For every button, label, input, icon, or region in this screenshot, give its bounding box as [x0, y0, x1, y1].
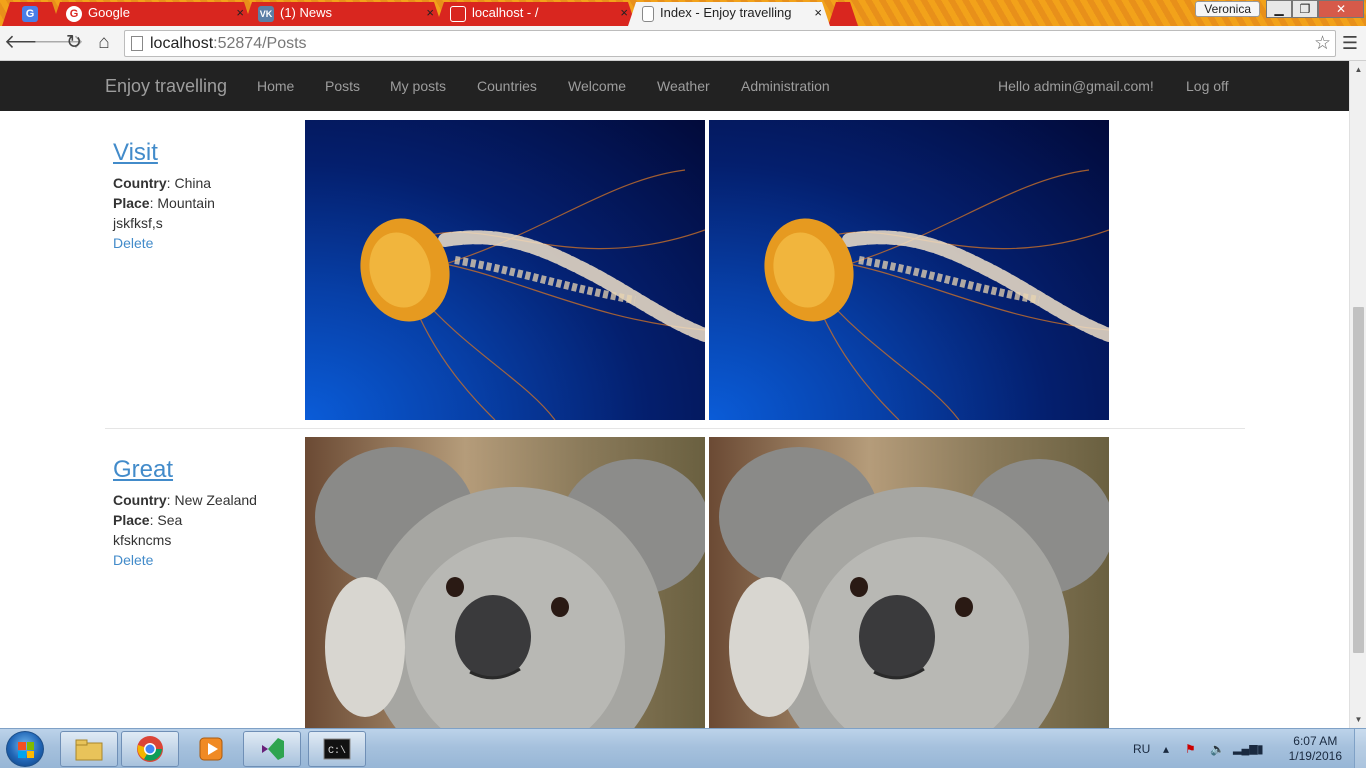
chrome-menu-icon[interactable]: ☰ — [1342, 31, 1358, 55]
country-value: New Zealand — [174, 492, 257, 508]
browser-tab-strip: G G Google × VK (1) News × localhost - /… — [0, 0, 1366, 26]
post-title-link[interactable]: Great — [113, 456, 293, 484]
koala-photo — [709, 437, 1109, 728]
bookmark-star-icon[interactable]: ☆ — [1314, 31, 1331, 56]
post-place: Place: Mountain — [113, 195, 215, 211]
site-brand[interactable]: Enjoy travelling — [105, 61, 227, 111]
google-translate-icon: G — [22, 6, 38, 22]
browser-toolbar: 🡐 🡒 ↻ ⌂ localhost:52874/Posts ☆ ☰ — [0, 26, 1366, 61]
close-tab-icon[interactable]: × — [426, 2, 434, 24]
profile-name[interactable]: Veronica — [1195, 1, 1260, 17]
tab-label: (1) News — [280, 5, 333, 20]
post-info: Great Country: New Zealand Place: Sea kf… — [113, 437, 293, 570]
google-icon: G — [66, 6, 82, 22]
system-clock[interactable]: 6:07 AM 1/19/2016 — [1289, 734, 1342, 764]
page-icon — [450, 6, 466, 22]
nav-welcome[interactable]: Welcome — [568, 61, 626, 111]
post-country: Country: China — [113, 175, 212, 191]
vk-icon: VK — [258, 6, 274, 22]
clock-date: 1/19/2016 — [1288, 749, 1342, 763]
language-indicator[interactable]: RU — [1133, 729, 1150, 768]
tab-google[interactable]: G Google × — [52, 2, 252, 26]
post-description: jskfksf,s — [113, 215, 163, 231]
reload-icon[interactable]: ↻ — [62, 31, 86, 55]
tab-label: Index - Enjoy travelling — [660, 5, 792, 20]
delete-link[interactable]: Delete — [113, 550, 293, 570]
show-hidden-icons-icon[interactable]: ▴ — [1163, 729, 1169, 768]
nav-countries[interactable]: Countries — [477, 61, 537, 111]
scrollbar-thumb[interactable] — [1353, 307, 1364, 653]
close-tab-icon[interactable]: × — [236, 2, 244, 24]
post-country: Country: New Zealand — [113, 492, 257, 508]
post-item: Visit Country: China Place: Mountain jsk… — [105, 120, 1245, 420]
country-label: Country — [113, 492, 167, 508]
tab-index-enjoy-travelling[interactable]: Index - Enjoy travelling × — [628, 2, 830, 26]
scroll-up-icon[interactable]: ▲ — [1350, 61, 1366, 78]
windows-taskbar: C:\ RU ▴ ⚑ 🔈 ▂▄▆ ▮ 6:07 AM 1/19/2016 — [0, 728, 1366, 768]
post-divider — [105, 428, 1245, 429]
svg-text:C:\: C:\ — [328, 745, 346, 757]
nav-my-posts[interactable]: My posts — [390, 61, 446, 111]
page-icon — [642, 6, 654, 22]
place-value: Sea — [157, 512, 183, 528]
tab-localhost[interactable]: localhost - / × — [436, 2, 636, 26]
back-icon[interactable]: 🡐 — [4, 31, 55, 55]
tab-label: localhost - / — [472, 5, 539, 20]
action-center-flag-icon[interactable]: ⚑ — [1185, 729, 1196, 768]
close-tab-icon[interactable]: × — [814, 2, 822, 24]
nav-weather[interactable]: Weather — [657, 61, 710, 111]
nav-posts[interactable]: Posts — [325, 61, 360, 111]
page-icon — [131, 36, 143, 51]
tab-label: Google — [88, 5, 130, 20]
site-navbar: Enjoy travelling Home Posts My posts Cou… — [0, 61, 1349, 111]
koala-photo — [305, 437, 705, 728]
command-prompt-icon[interactable]: C:\ — [308, 731, 366, 767]
restore-icon[interactable]: ❐ — [1292, 0, 1318, 18]
home-icon[interactable]: ⌂ — [92, 31, 116, 55]
country-value: China — [174, 175, 212, 191]
nav-home[interactable]: Home — [257, 61, 294, 111]
forward-icon[interactable]: 🡒 — [33, 31, 84, 55]
nav-administration[interactable]: Administration — [741, 61, 830, 111]
close-tab-icon[interactable]: × — [620, 2, 628, 24]
volume-icon[interactable]: 🔈 — [1210, 729, 1225, 768]
page-viewport: Enjoy travelling Home Posts My posts Cou… — [0, 61, 1366, 728]
windows-logo-icon — [18, 742, 34, 758]
visual-studio-icon[interactable] — [243, 731, 301, 767]
url-host: localhost — [150, 35, 214, 52]
url-text: localhost:52874/Posts — [150, 31, 307, 56]
jellyfish-photo — [709, 120, 1109, 420]
place-label: Place — [113, 512, 150, 528]
show-desktop-button[interactable] — [1354, 729, 1366, 768]
place-label: Place — [113, 195, 150, 211]
chrome-icon[interactable] — [121, 731, 179, 767]
file-explorer-icon[interactable] — [60, 731, 118, 767]
tab-google-translate[interactable]: G — [2, 2, 60, 26]
media-player-icon[interactable] — [182, 731, 240, 767]
nav-log-off[interactable]: Log off — [1186, 61, 1229, 111]
post-info: Visit Country: China Place: Mountain jsk… — [113, 120, 293, 253]
tab-news[interactable]: VK (1) News × — [244, 2, 442, 26]
post-item: Great Country: New Zealand Place: Sea kf… — [105, 437, 1245, 728]
country-label: Country — [113, 175, 167, 191]
minimize-icon[interactable]: ▁ — [1266, 0, 1292, 18]
power-icon[interactable]: ▮ — [1257, 729, 1264, 768]
post-description: kfskncms — [113, 532, 172, 548]
network-icon[interactable]: ▂▄▆ — [1233, 729, 1258, 768]
jellyfish-photo — [305, 120, 705, 420]
delete-link[interactable]: Delete — [113, 233, 293, 253]
start-button[interactable] — [6, 731, 44, 767]
new-tab-button[interactable] — [828, 2, 858, 26]
close-window-icon[interactable]: ✕ — [1318, 0, 1364, 18]
post-place: Place: Sea — [113, 512, 183, 528]
place-value: Mountain — [157, 195, 215, 211]
nav-greeting[interactable]: Hello admin@gmail.com! — [998, 61, 1154, 111]
clock-time: 6:07 AM — [1293, 734, 1338, 748]
url-path: :52874/Posts — [213, 35, 307, 52]
scroll-down-icon[interactable]: ▼ — [1350, 711, 1366, 728]
post-title-link[interactable]: Visit — [113, 139, 293, 167]
address-bar[interactable]: localhost:52874/Posts ☆ — [124, 30, 1336, 57]
page-scrollbar[interactable]: ▲ ▼ — [1349, 61, 1366, 728]
